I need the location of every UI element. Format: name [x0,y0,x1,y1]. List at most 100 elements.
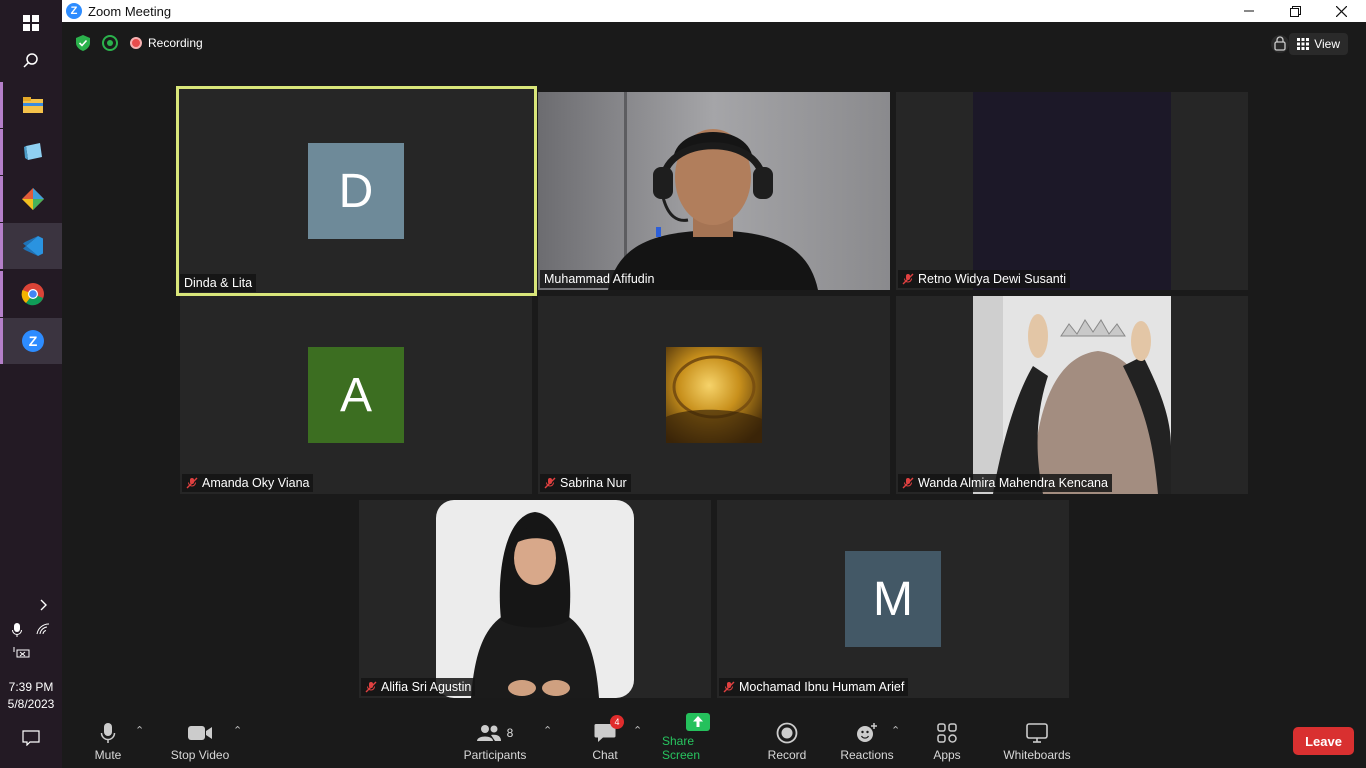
meeting-top-bar: Recording View [62,22,1366,66]
show-hidden-icons[interactable] [0,598,62,615]
share-screen-label: Share Screen [662,734,701,762]
participant-name-tag: Amanda Oky Viana [182,474,314,492]
participant-tile[interactable]: Wanda Almira Mahendra Kencana [896,296,1248,494]
participant-name: Sabrina Nur [560,476,627,490]
reactions-options-caret[interactable]: ⌃ [891,724,900,737]
muted-microphone-icon [365,681,377,693]
restore-icon [1289,5,1301,17]
participant-tile[interactable]: Retno Widya Dewi Susanti [896,92,1248,290]
muted-microphone-icon [902,477,914,489]
vscode-button[interactable] [0,223,62,269]
reactions-label: Reactions [840,748,894,762]
view-button[interactable]: View [1289,33,1348,55]
whiteboards-label: Whiteboards [1003,748,1071,762]
participant-tile[interactable]: Alifia Sri Agustin [359,500,711,698]
close-button[interactable] [1318,0,1364,22]
participant-tile[interactable]: D Dinda & Lita [176,86,537,296]
audio-options-caret[interactable]: ⌃ [135,724,144,737]
zoom-logo-icon: Z [66,3,82,19]
leave-button[interactable]: Leave [1293,727,1354,755]
windows-icon [23,15,39,31]
mute-label: Mute [94,748,122,762]
file-explorer-button[interactable] [0,82,62,128]
wifi-icon[interactable] [35,622,51,636]
svg-text:Z: Z [28,333,37,349]
apps-icon [937,723,957,743]
webcam-video-feed [538,92,890,290]
participant-profile-photo [973,296,1171,494]
participant-profile-photo [666,347,762,443]
meeting-controls-toolbar: Mute ⌃ Stop Video ⌃ 8 Participants ⌃ 4 C… [62,713,1366,768]
chrome-button[interactable] [0,271,62,317]
participant-name-tag: Sabrina Nur [540,474,631,492]
title-bar: Z Zoom Meeting [62,0,1366,22]
apps-label: Apps [933,748,961,762]
chat-button[interactable]: 4 Chat [590,715,624,768]
participant-tile[interactable]: A Amanda Oky Viana [180,296,532,494]
restore-button[interactable] [1272,0,1318,22]
muted-microphone-icon [723,681,735,693]
recording-dot-icon [130,37,142,49]
participant-name-tag: Alifia Sri Agustin [361,678,476,696]
participants-count: 8 [506,726,514,740]
participants-button[interactable]: 8 Participants [462,716,528,768]
clock-date[interactable]: 5/8/2023 [0,697,62,711]
participant-name-tag: Wanda Almira Mahendra Kencana [898,474,1112,492]
chat-unread-badge: 4 [610,715,624,729]
meeting-area: Recording View D Dinda & Lita Muhammad A… [62,22,1366,716]
mute-button[interactable]: Mute [90,716,126,768]
share-screen-button[interactable]: Share Screen [662,713,734,768]
participant-name-tag: Mochamad Ibnu Humam Arief [719,678,909,696]
video-options-caret[interactable]: ⌃ [233,724,242,737]
chevron-right-icon [40,599,47,611]
chat-label: Chat [592,748,618,762]
smiley-plus-icon [857,723,877,742]
notification-icon [22,730,40,747]
zoom-icon: Z [21,330,44,352]
recording-indicator[interactable]: Recording [130,36,203,50]
connection-status-icon[interactable] [102,35,118,51]
search-button[interactable] [0,38,62,84]
stop-video-button[interactable]: Stop Video [168,716,232,768]
muted-microphone-icon [902,273,914,285]
participant-name: Dinda & Lita [184,276,253,290]
folder-icon [22,97,43,113]
muted-microphone-icon [186,477,198,489]
clock-time[interactable]: 7:39 PM [0,680,62,694]
participant-avatar: D [308,143,404,239]
chat-options-caret[interactable]: ⌃ [633,724,642,737]
minimize-button[interactable] [1226,0,1272,22]
diamond-app-icon [21,188,44,210]
battery-plug-icon [13,647,30,658]
reactions-button[interactable]: Reactions [840,716,894,768]
view-label: View [1314,37,1340,51]
participant-tile[interactable]: Muhammad Afifudin [538,92,890,290]
microphone-icon[interactable] [11,622,23,638]
participants-label: Participants [463,748,527,762]
participant-profile-photo [436,500,634,698]
close-icon [1335,5,1347,17]
video-camera-icon [188,726,212,740]
participant-tile[interactable]: Sabrina Nur [538,296,890,494]
participant-name: Retno Widya Dewi Susanti [918,272,1066,286]
immersive-view-icon[interactable] [1270,33,1290,55]
shield-check-icon[interactable] [76,35,90,51]
action-center-button[interactable] [0,730,62,749]
zoom-taskbar-button[interactable]: Z [0,318,62,364]
participant-tile[interactable]: M Mochamad Ibnu Humam Arief [717,500,1069,698]
record-button[interactable]: Record [767,716,807,768]
git-app-button[interactable] [0,176,62,222]
notes-app-button[interactable] [0,129,62,175]
share-screen-icon [686,713,710,731]
participant-name-tag: Muhammad Afifudin [540,270,659,288]
whiteboards-button[interactable]: Whiteboards [1001,716,1073,768]
apps-button[interactable]: Apps [932,716,962,768]
recording-label: Recording [148,36,203,50]
whiteboard-icon [1026,723,1048,743]
participant-name: Wanda Almira Mahendra Kencana [918,476,1108,490]
participant-name: Alifia Sri Agustin [381,680,472,694]
muted-microphone-icon [544,477,556,489]
participants-icon [476,725,501,741]
participants-options-caret[interactable]: ⌃ [543,724,552,737]
battery-indicator[interactable] [0,646,62,663]
